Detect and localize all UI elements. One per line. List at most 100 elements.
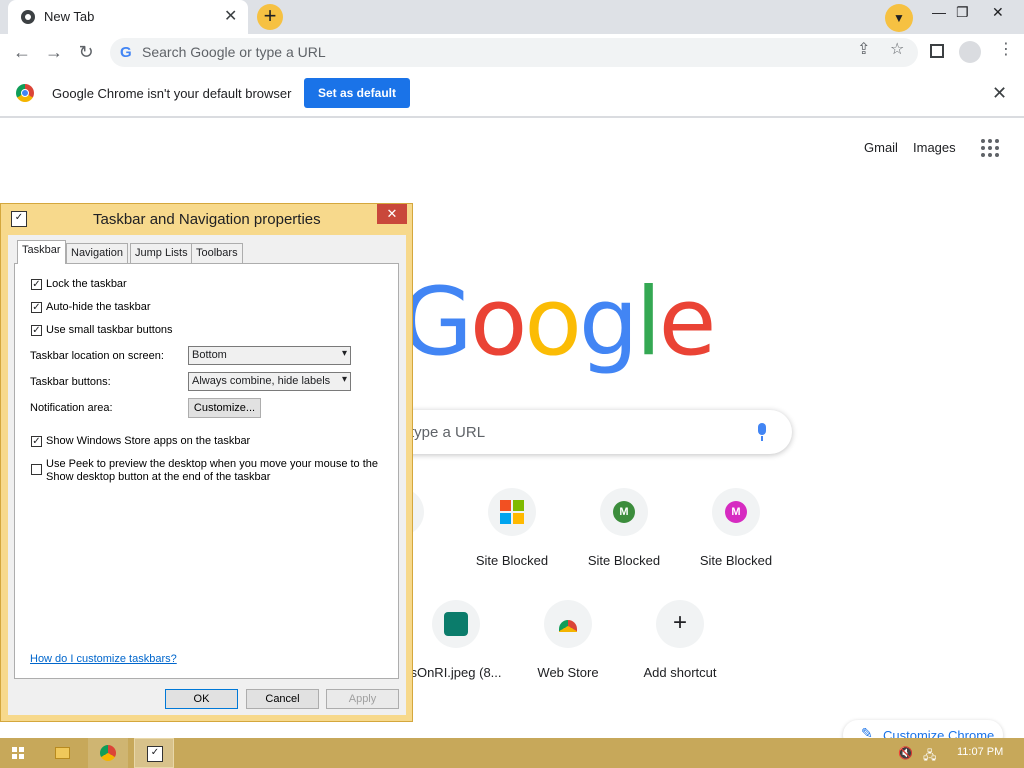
shortcut-tile-4[interactable]: M — [712, 488, 760, 536]
apply-button[interactable]: Apply — [326, 689, 399, 709]
images-link[interactable]: Images — [913, 140, 956, 155]
tab-jump-lists[interactable]: Jump Lists — [130, 243, 193, 263]
menu-dots-icon[interactable]: ⋮ — [998, 39, 1014, 59]
location-value: Bottom — [192, 349, 227, 361]
shortcut-label-4: Site Blocked — [699, 553, 773, 568]
shortcut-tile-2[interactable] — [488, 488, 536, 536]
tab-new-tab[interactable]: New Tab ✕ — [8, 0, 248, 34]
store-apps-checkbox[interactable]: ✓ — [31, 436, 42, 447]
cancel-button[interactable]: Cancel — [246, 689, 319, 709]
windows-taskbar: ✓ 🔇 🖧 11:07 PM — [0, 738, 1024, 768]
tab-search-icon[interactable]: ▼ — [885, 4, 913, 32]
letter-m-icon: M — [613, 501, 635, 523]
taskbar-properties-window[interactable]: ✓ — [134, 738, 174, 768]
small-buttons-checkbox[interactable]: ✓ — [31, 325, 42, 336]
google-logo-letter: o — [469, 268, 527, 377]
tab-strip: New Tab ✕ + ▼ — ❐ ✕ — [0, 0, 1024, 34]
microphone-icon[interactable] — [758, 423, 766, 441]
shortcut-tile-5[interactable] — [432, 600, 480, 648]
chrome-logo-icon — [16, 84, 34, 102]
tab-taskbar[interactable]: Taskbar — [17, 240, 66, 264]
google-logo-letter: g — [578, 268, 639, 377]
volume-muted-icon[interactable]: 🔇 — [898, 746, 913, 760]
forward-arrow-icon[interactable]: → — [40, 38, 68, 66]
infobar-message: Google Chrome isn't your default browser — [52, 86, 292, 101]
new-tab-button[interactable]: + — [257, 4, 283, 30]
letter-m-icon: M — [725, 501, 747, 523]
tab-close-icon[interactable]: ✕ — [224, 6, 237, 26]
tab-navigation[interactable]: Navigation — [66, 243, 128, 263]
google-logo-letter: l — [635, 268, 662, 377]
default-browser-infobar: Google Chrome isn't your default browser… — [0, 71, 1024, 118]
ok-button[interactable]: OK — [165, 689, 238, 709]
profile-avatar[interactable] — [959, 41, 981, 63]
star-icon[interactable]: ☆ — [890, 39, 904, 59]
peek-label: Use Peek to preview the desktop when you… — [46, 458, 379, 483]
back-arrow-icon[interactable]: ← — [8, 38, 36, 66]
lock-taskbar-checkbox[interactable]: ✓ — [31, 279, 42, 290]
share-icon[interactable]: ⇪ — [857, 39, 870, 59]
add-shortcut-label: Add shortcut — [643, 665, 717, 680]
shortcut-tile-3[interactable]: M — [600, 488, 648, 536]
customize-notification-button[interactable]: Customize... — [188, 398, 261, 418]
taskbar-chrome[interactable] — [88, 738, 128, 768]
restore-button[interactable]: ❐ — [956, 4, 969, 21]
auto-hide-checkbox[interactable]: ✓ — [31, 302, 42, 313]
help-link[interactable]: How do I customize taskbars? — [30, 653, 177, 665]
dialog-title: Taskbar and Navigation properties — [93, 211, 321, 228]
taskbar-properties-dialog: ✓ Taskbar and Navigation properties ✕ Ta… — [0, 203, 413, 722]
shortcut-label-6: Web Store — [537, 665, 599, 680]
taskbar-file-explorer[interactable] — [42, 738, 82, 768]
apps-grid-icon[interactable] — [981, 139, 999, 157]
google-logo: Google — [400, 268, 717, 377]
tab-toolbars[interactable]: Toolbars — [191, 243, 243, 263]
tab-title: New Tab — [44, 9, 95, 24]
side-panel-icon[interactable] — [930, 44, 944, 58]
reload-icon[interactable]: ↻ — [72, 38, 100, 66]
small-buttons-label: Use small taskbar buttons — [46, 324, 173, 336]
notification-label: Notification area: — [30, 402, 113, 414]
window-close-button[interactable]: ✕ — [992, 4, 1004, 21]
buttons-select[interactable]: Always combine, hide labels ▾ — [188, 372, 351, 391]
chevron-down-icon: ▾ — [341, 374, 347, 385]
location-select[interactable]: Bottom ▾ — [188, 346, 351, 365]
omnibox-placeholder: Search Google or type a URL — [142, 44, 326, 60]
omnibox[interactable]: G Search Google or type a URL — [110, 38, 918, 67]
dialog-body: Taskbar Navigation Jump Lists Toolbars ✓… — [8, 235, 406, 715]
network-icon[interactable]: 🖧 — [923, 746, 936, 767]
dialog-close-button[interactable]: ✕ — [377, 204, 407, 224]
taskbar-clock[interactable]: 11:07 PM — [957, 746, 1003, 758]
dialog-app-icon: ✓ — [147, 746, 163, 762]
ntp-search-placeholder: type a URL — [410, 424, 486, 441]
buttons-value: Always combine, hide labels — [192, 375, 331, 387]
google-logo-letter: o — [524, 268, 581, 377]
auto-hide-label: Auto-hide the taskbar — [46, 301, 151, 313]
infobar-close-icon[interactable]: ✕ — [992, 83, 1007, 104]
chrome-logo-icon — [100, 745, 116, 761]
chrome-tab-icon — [21, 10, 35, 24]
peek-checkbox[interactable] — [31, 464, 42, 475]
gmail-link[interactable]: Gmail — [864, 140, 898, 155]
shortcut-label-3: Site Blocked — [587, 553, 661, 568]
start-button[interactable] — [0, 738, 40, 768]
lock-taskbar-label: Lock the taskbar — [46, 278, 127, 290]
google-logo-letter: e — [658, 268, 717, 377]
set-as-default-button[interactable]: Set as default — [304, 78, 410, 108]
store-apps-label: Show Windows Store apps on the taskbar — [46, 435, 251, 447]
google-g-icon: G — [120, 44, 132, 61]
dialog-app-icon: ✓ — [11, 211, 27, 227]
folder-icon — [55, 747, 70, 759]
image-file-icon — [444, 612, 468, 636]
windows-logo-icon — [12, 747, 24, 759]
location-label: Taskbar location on screen: — [30, 350, 164, 362]
shortcut-tile-6[interactable] — [544, 600, 592, 648]
add-shortcut-tile[interactable]: + — [656, 600, 704, 648]
shortcut-label-5: sOnRI.jpeg (8... — [410, 665, 502, 680]
shortcut-label-2: Site Blocked — [475, 553, 549, 568]
buttons-label: Taskbar buttons: — [30, 376, 111, 388]
browser-toolbar: ← → ↻ G Search Google or type a URL ⇪ ☆ … — [0, 34, 1024, 72]
web-store-icon — [559, 620, 577, 632]
plus-icon: + — [672, 609, 687, 636]
minimize-button[interactable]: — — [932, 4, 946, 20]
taskbar-tab-panel: ✓ Lock the taskbar ✓ Auto-hide the taskb… — [14, 263, 399, 679]
